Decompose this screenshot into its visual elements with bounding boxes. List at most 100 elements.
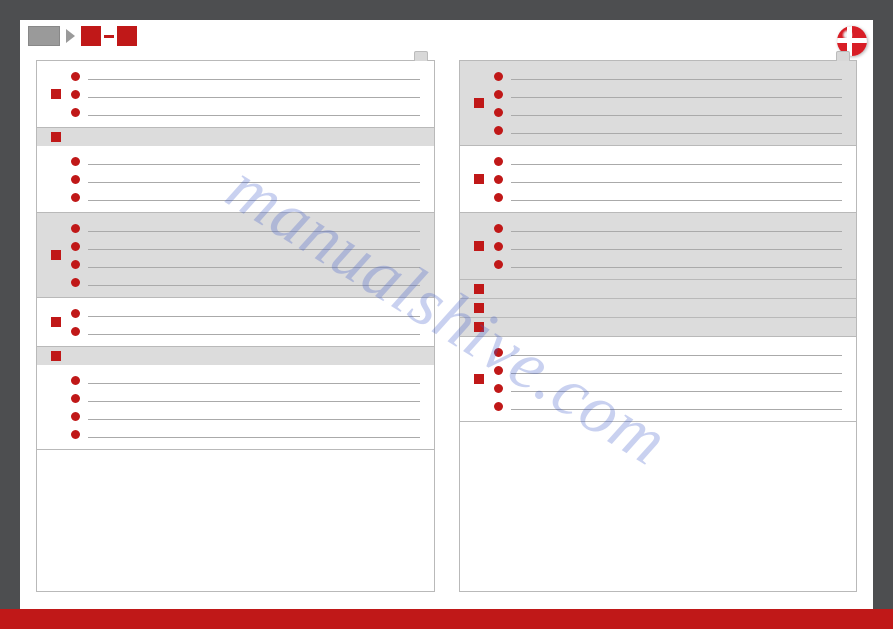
rule-line: [88, 97, 420, 98]
columns: [20, 52, 873, 608]
section: [37, 61, 434, 128]
breadcrumb-red-box-1: [81, 26, 101, 46]
section: [37, 347, 434, 450]
list-item: [71, 188, 420, 206]
list-item: [71, 255, 420, 273]
bullet-dot-icon: [494, 175, 503, 184]
list-item: [494, 121, 843, 139]
list-item: [494, 397, 843, 415]
rule-line: [511, 97, 843, 98]
list-item: [494, 170, 843, 188]
bullet-dot-icon: [494, 366, 503, 375]
bullet-dot-icon: [71, 242, 80, 251]
rule-line: [88, 437, 420, 438]
rule-line: [88, 316, 420, 317]
section-body: [37, 298, 434, 346]
square-bullet-icon: [474, 322, 484, 332]
rule-line: [88, 79, 420, 80]
bullet-dot-icon: [494, 108, 503, 117]
list-item: [71, 322, 420, 340]
rule-line: [88, 419, 420, 420]
bullet-dot-icon: [71, 175, 80, 184]
list-item: [71, 425, 420, 443]
rule-line: [88, 249, 420, 250]
list-item: [71, 407, 420, 425]
list-item: [494, 255, 843, 273]
section: [37, 128, 434, 213]
section-header: [460, 318, 857, 336]
list-item: [494, 103, 843, 121]
list-item: [71, 103, 420, 121]
bullet-dot-icon: [494, 126, 503, 135]
section: [460, 299, 857, 318]
rule-line: [511, 355, 843, 356]
section-body: [460, 337, 857, 421]
rule-line: [88, 285, 420, 286]
bullet-dot-icon: [494, 224, 503, 233]
square-bullet-icon: [51, 351, 61, 361]
rule-line: [511, 231, 843, 232]
square-bullet-icon: [474, 174, 484, 184]
list-item: [494, 343, 843, 361]
square-bullet-icon: [51, 317, 61, 327]
list-item: [71, 152, 420, 170]
list-item: [494, 152, 843, 170]
list-item: [71, 389, 420, 407]
list-item: [494, 379, 843, 397]
bullet-dot-icon: [71, 193, 80, 202]
section-header: [460, 280, 857, 298]
rule-line: [88, 383, 420, 384]
bullet-dot-icon: [71, 327, 80, 336]
bullet-dot-icon: [494, 348, 503, 357]
breadcrumb: [20, 20, 873, 52]
section-body: [37, 146, 434, 212]
section-body: [37, 365, 434, 449]
section: [460, 280, 857, 299]
bullet-dot-icon: [71, 90, 80, 99]
square-bullet-icon: [51, 250, 61, 260]
list-item: [71, 219, 420, 237]
bullet-dot-icon: [71, 72, 80, 81]
list-item: [494, 219, 843, 237]
square-bullet-icon: [474, 284, 484, 294]
list-item: [71, 273, 420, 291]
breadcrumb-red-box-2: [117, 26, 137, 46]
rule-line: [511, 249, 843, 250]
outer-frame: manualshive.com: [0, 0, 893, 629]
rule-line: [88, 164, 420, 165]
section: [460, 61, 857, 146]
rule-line: [511, 164, 843, 165]
breadcrumb-dash: [104, 35, 114, 38]
bullet-dot-icon: [71, 394, 80, 403]
list-item: [71, 170, 420, 188]
list-item: [494, 237, 843, 255]
rule-line: [88, 231, 420, 232]
rule-line: [88, 182, 420, 183]
list-item: [494, 85, 843, 103]
rule-line: [88, 115, 420, 116]
section: [460, 146, 857, 213]
page: manualshive.com: [20, 20, 873, 609]
section-body: [460, 213, 857, 279]
rule-line: [511, 200, 843, 201]
section-body: [37, 213, 434, 297]
square-bullet-icon: [51, 132, 61, 142]
bullet-dot-icon: [494, 242, 503, 251]
section-header: [37, 128, 434, 146]
rule-line: [511, 133, 843, 134]
right-column: [459, 60, 858, 592]
bullet-dot-icon: [71, 108, 80, 117]
rule-line: [511, 182, 843, 183]
bullet-dot-icon: [494, 260, 503, 269]
list-item: [494, 188, 843, 206]
breadcrumb-arrow-icon: [66, 29, 75, 43]
square-bullet-icon: [51, 89, 61, 99]
left-column: [36, 60, 435, 592]
section: [37, 213, 434, 298]
square-bullet-icon: [474, 241, 484, 251]
square-bullet-icon: [474, 374, 484, 384]
bullet-dot-icon: [494, 384, 503, 393]
bullet-dot-icon: [494, 90, 503, 99]
rule-line: [511, 409, 843, 410]
breadcrumb-root-box: [28, 26, 60, 46]
